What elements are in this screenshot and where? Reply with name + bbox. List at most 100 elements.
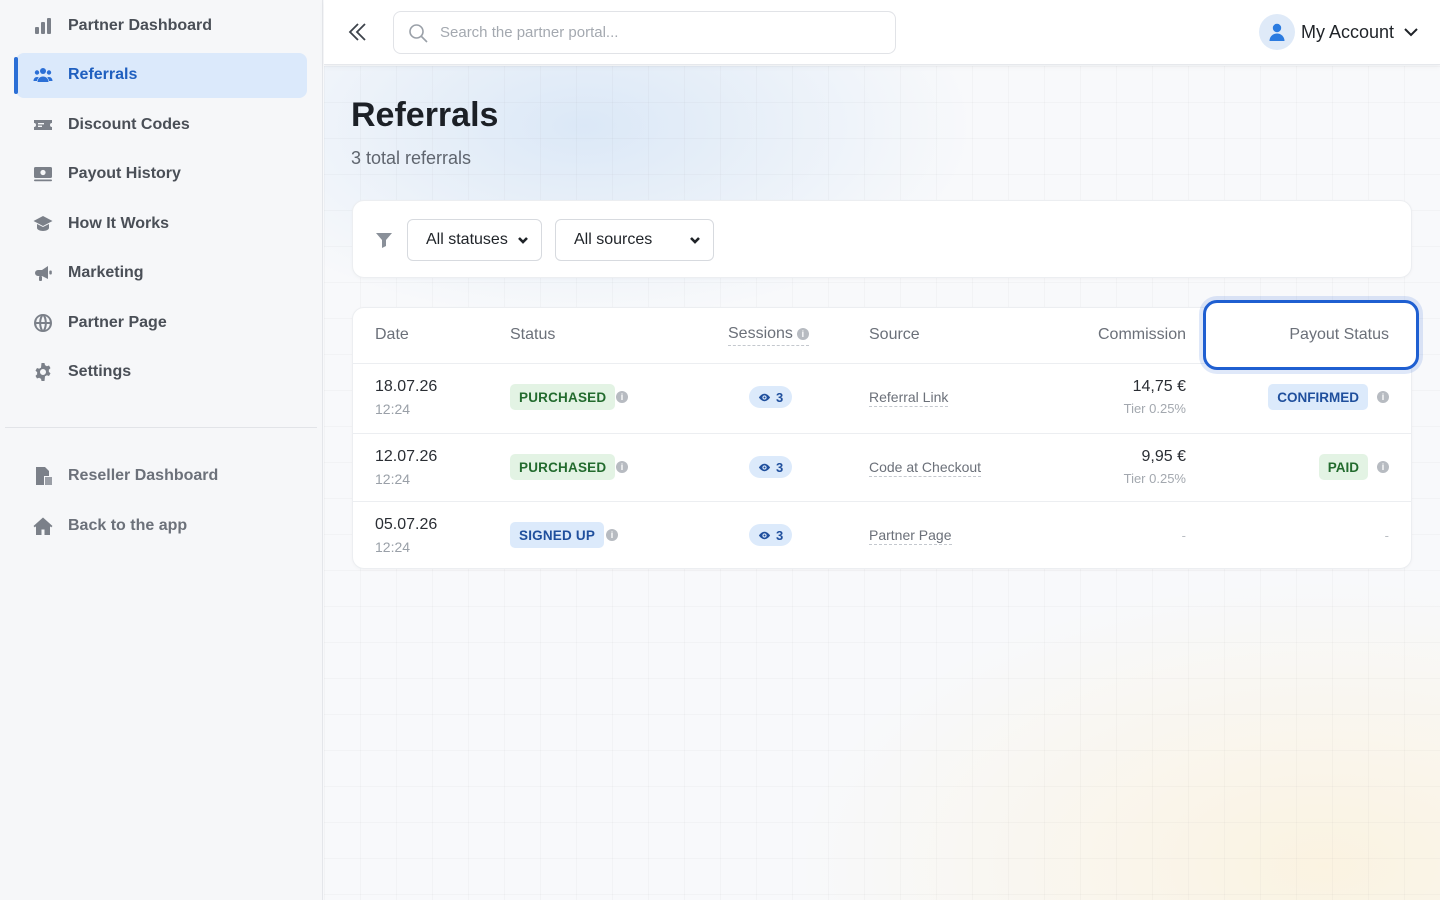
sidebar-item-payout-history[interactable]: Payout History <box>16 152 307 197</box>
chevron-down-icon <box>1404 28 1418 37</box>
column-header-sessions[interactable]: Sessions i <box>728 325 809 346</box>
eye-icon <box>758 393 771 401</box>
info-icon[interactable]: i <box>616 391 628 403</box>
sidebar-item-settings[interactable]: Settings <box>16 350 307 395</box>
status-badge: PURCHASED <box>510 384 616 410</box>
info-icon[interactable]: i <box>1377 391 1389 403</box>
sidebar-item-discount-codes[interactable]: Discount Codes <box>16 102 307 147</box>
column-header-sessions-label: Sessions <box>728 325 793 342</box>
sidebar-item-label: Reseller Dashboard <box>68 467 219 484</box>
source-filter-select[interactable]: All sources <box>555 219 714 261</box>
sessions-count: 3 <box>776 459 784 475</box>
sidebar-item-label: Settings <box>68 363 132 380</box>
collapse-sidebar-button[interactable] <box>346 20 370 44</box>
commission-amount: 14,75 € <box>1132 378 1186 395</box>
sidebar-item-label: Partner Page <box>68 313 167 331</box>
reseller-icon <box>32 465 54 487</box>
sidebar-nav: Partner Dashboard Referrals Discount Cod… <box>0 0 322 395</box>
sidebar-item-partner-dashboard[interactable]: Partner Dashboard <box>16 3 307 48</box>
gear-icon <box>32 361 54 383</box>
sidebar-item-label: Back to the app <box>68 516 188 534</box>
chevron-down-icon <box>690 237 700 244</box>
globe-icon <box>32 312 54 334</box>
sidebar-item-marketing[interactable]: Marketing <box>16 251 307 296</box>
payout-status-empty: - <box>1384 528 1389 543</box>
column-header-status[interactable]: Status <box>510 326 555 344</box>
payout-status-badge: CONFIRMED <box>1268 384 1368 410</box>
filter-icon <box>375 231 393 249</box>
topbar: My Account <box>324 0 1440 65</box>
page-title: Referrals <box>351 96 499 134</box>
table-row[interactable]: 12.07.26 12:24 PURCHASED i 3 Code at Che… <box>353 433 1411 501</box>
row-date: 05.07.26 <box>375 516 438 533</box>
sidebar-item-label: Discount Codes <box>68 115 190 133</box>
row-time: 12:24 <box>375 471 411 487</box>
row-source: Partner Page <box>869 527 952 545</box>
sidebar-item-label: Payout History <box>68 165 181 182</box>
column-header-commission[interactable]: Commission <box>1098 326 1186 344</box>
commission-amount: 9,95 € <box>1141 448 1186 465</box>
eye-icon <box>758 463 771 471</box>
eye-icon <box>758 531 771 539</box>
sidebar-item-reseller-dashboard[interactable]: Reseller Dashboard <box>16 454 307 499</box>
users-icon <box>32 64 54 86</box>
account-menu[interactable]: My Account <box>1258 14 1420 50</box>
sidebar-item-how-it-works[interactable]: How It Works <box>16 201 307 246</box>
chevron-down-icon <box>518 237 528 244</box>
sidebar-divider <box>5 426 317 428</box>
info-icon[interactable]: i <box>616 461 628 473</box>
sidebar-item-label: How It Works <box>68 214 170 232</box>
double-chevron-left-icon <box>348 23 366 41</box>
status-filter-select[interactable]: All statuses <box>407 219 542 261</box>
graduation-cap-icon <box>32 213 54 235</box>
commission-tier: Tier 0.25% <box>1123 401 1186 416</box>
row-source: Referral Link <box>869 389 949 407</box>
sessions-pill[interactable]: 3 <box>749 524 793 546</box>
bar-chart-icon <box>32 15 54 37</box>
status-badge: SIGNED UP <box>510 522 605 548</box>
sessions-count: 3 <box>776 527 784 543</box>
sidebar-item-label: Marketing <box>68 264 144 281</box>
page-subtitle: 3 total referrals <box>351 148 472 168</box>
row-time: 12:24 <box>375 401 411 417</box>
main-content: Referrals 3 total referrals All statuses… <box>324 66 1440 900</box>
filter-bar: All statuses All sources <box>352 200 1412 278</box>
search-box[interactable] <box>393 11 896 54</box>
column-header-source[interactable]: Source <box>869 326 920 344</box>
column-header-payout-status[interactable]: Payout Status <box>1203 300 1419 370</box>
info-icon[interactable]: i <box>1377 461 1389 473</box>
info-icon[interactable]: i <box>606 529 618 541</box>
account-label: My Account <box>1300 21 1394 42</box>
sidebar-item-label: Referrals <box>68 66 138 83</box>
table-row[interactable]: 18.07.26 12:24 PURCHASED i 3 Referral Li… <box>353 364 1411 432</box>
sidebar-item-label: Partner Dashboard <box>68 16 213 34</box>
status-badge: PURCHASED <box>510 454 616 480</box>
commission-tier: Tier 0.25% <box>1123 471 1186 486</box>
money-icon <box>32 163 54 185</box>
sessions-pill[interactable]: 3 <box>749 456 793 478</box>
search-input[interactable] <box>440 24 880 41</box>
sessions-pill[interactable]: 3 <box>749 386 793 408</box>
payout-status-badge: PAID <box>1318 454 1368 480</box>
source-filter-value: All sources <box>574 231 653 248</box>
sidebar-secondary-nav: Reseller Dashboard Back to the app <box>0 454 322 549</box>
user-icon <box>1269 23 1285 41</box>
megaphone-icon <box>32 262 54 284</box>
home-icon <box>32 515 54 537</box>
avatar <box>1258 14 1295 50</box>
column-header-payout-status-label: Payout Status <box>1289 326 1389 343</box>
table-row[interactable]: 05.07.26 12:24 SIGNED UP i 3 Partner Pag… <box>353 501 1411 569</box>
row-time: 12:24 <box>375 539 411 555</box>
commission-amount: - <box>1181 528 1186 543</box>
column-header-date[interactable]: Date <box>375 326 409 344</box>
sidebar-item-referrals[interactable]: Referrals <box>14 52 307 98</box>
status-filter-value: All statuses <box>426 231 508 248</box>
row-date: 12.07.26 <box>375 448 438 465</box>
sidebar: Partner Dashboard Referrals Discount Cod… <box>0 0 323 900</box>
sidebar-item-partner-page[interactable]: Partner Page <box>16 300 307 345</box>
info-icon[interactable]: i <box>796 327 809 340</box>
search-icon <box>409 23 428 43</box>
row-date: 18.07.26 <box>375 378 438 395</box>
sidebar-item-back-to-app[interactable]: Back to the app <box>16 503 307 548</box>
row-source: Code at Checkout <box>869 459 982 477</box>
